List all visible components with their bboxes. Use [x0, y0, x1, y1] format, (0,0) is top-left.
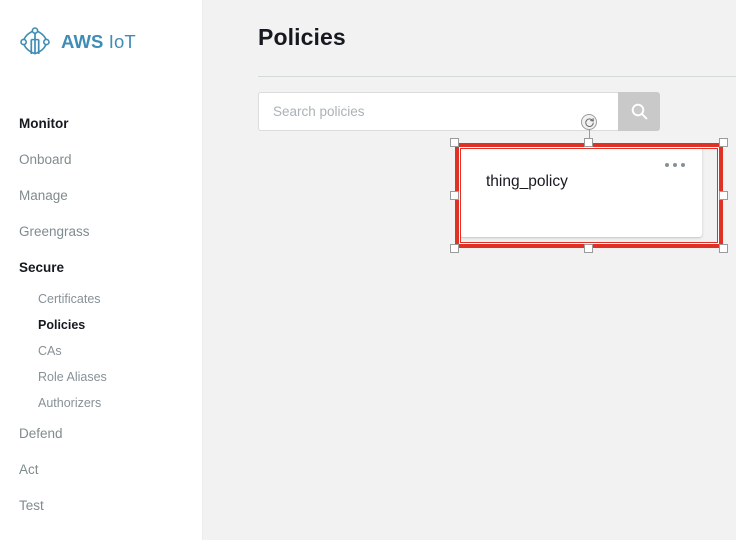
rotate-handle-icon[interactable]	[581, 114, 597, 130]
sidebar-subitem-certificates[interactable]: Certificates	[0, 286, 203, 312]
resize-handle-w[interactable]	[450, 190, 459, 200]
sidebar-item-test[interactable]: Test	[0, 488, 203, 524]
brand-title-iot: IoT	[108, 31, 136, 52]
sidebar-item-secure[interactable]: Secure	[0, 250, 203, 286]
sidebar-subitem-role-aliases[interactable]: Role Aliases	[0, 364, 203, 390]
brand-title-aws: AWS	[61, 31, 104, 52]
search-input[interactable]	[258, 92, 618, 131]
search-icon	[631, 103, 647, 120]
search-bar	[258, 92, 660, 131]
search-button[interactable]	[618, 92, 660, 131]
sidebar-item-act[interactable]: Act	[0, 452, 203, 488]
aws-iot-logo-icon	[20, 27, 50, 55]
sidebar-subitem-authorizers[interactable]: Authorizers	[0, 390, 203, 416]
resize-handle-nw[interactable]	[450, 138, 459, 147]
resize-handle-s[interactable]	[584, 244, 593, 253]
title-divider	[258, 76, 736, 77]
resize-handle-n[interactable]	[584, 138, 593, 147]
sidebar-item-monitor[interactable]: Monitor	[0, 106, 203, 142]
resize-handle-e[interactable]	[719, 190, 728, 200]
resize-handle-ne[interactable]	[719, 138, 728, 147]
sidebar-item-onboard[interactable]: Onboard	[0, 142, 203, 178]
page-title: Policies	[258, 24, 346, 50]
selection-frame	[455, 143, 723, 248]
sidebar-item-defend[interactable]: Defend	[0, 416, 203, 452]
sidebar-subitem-policies[interactable]: Policies	[0, 312, 203, 338]
resize-handle-sw[interactable]	[450, 244, 459, 253]
rotate-arrow-icon	[584, 117, 594, 127]
sidebar-nav: Monitor Onboard Manage Greengrass Secure…	[0, 106, 203, 524]
sidebar-item-manage[interactable]: Manage	[0, 178, 203, 214]
sidebar-item-greengrass[interactable]: Greengrass	[0, 214, 203, 250]
brand-logo-group[interactable]: AWS IoT	[19, 26, 136, 58]
sidebar: AWS IoT Monitor Onboard Manage Greengras…	[0, 0, 203, 540]
brand-title: AWS IoT	[61, 31, 136, 53]
selection-overlay	[450, 114, 728, 253]
main-content: Policies thing_policy	[204, 0, 736, 540]
resize-handle-se[interactable]	[719, 244, 728, 253]
sidebar-subitem-cas[interactable]: CAs	[0, 338, 203, 364]
